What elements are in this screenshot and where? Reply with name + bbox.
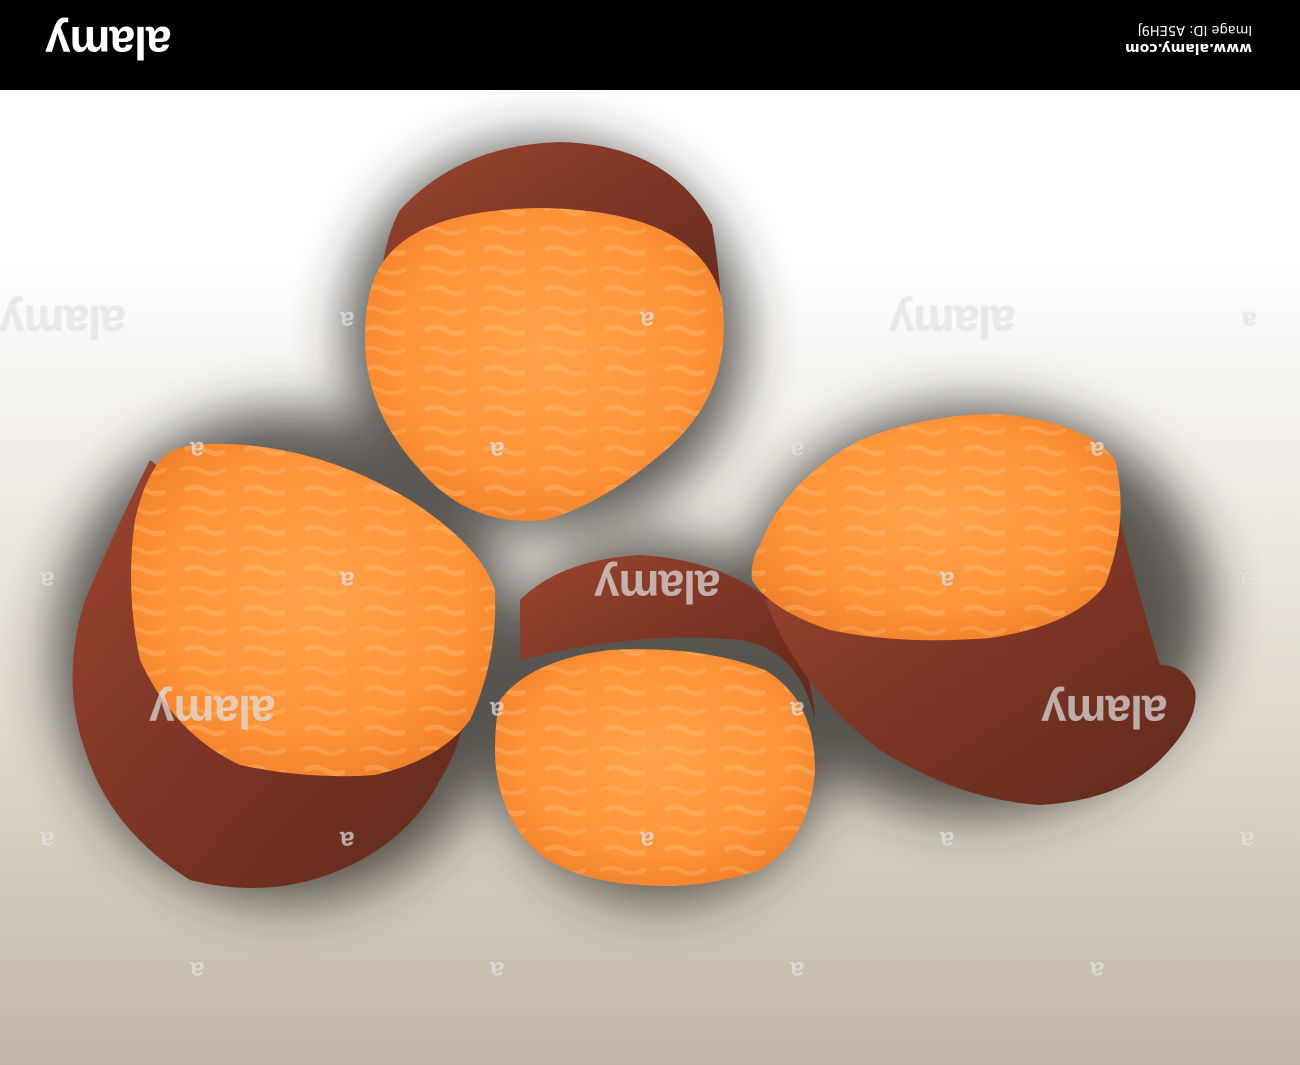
watermark-mark: a bbox=[340, 566, 355, 596]
watermark-logo: alamy bbox=[150, 686, 276, 738]
watermark-mark: a bbox=[940, 566, 955, 596]
site-info: www.alamy.com Image ID: A5EH9J bbox=[1125, 20, 1252, 58]
watermark-mark: a bbox=[1242, 306, 1257, 336]
watermark-mark: a bbox=[490, 956, 505, 986]
watermark-mark: a bbox=[790, 696, 805, 726]
watermark-logo: alamy bbox=[1042, 686, 1168, 738]
watermark-mark: a bbox=[1090, 956, 1105, 986]
watermark-mark: a bbox=[190, 956, 205, 986]
watermark-mark: a bbox=[640, 826, 655, 856]
site-url[interactable]: www.alamy.com bbox=[1125, 38, 1252, 58]
watermark-mark: a bbox=[790, 956, 805, 986]
watermark-mark: a bbox=[940, 826, 955, 856]
alamy-logo: alamy bbox=[46, 17, 172, 69]
watermark-mark: a bbox=[340, 306, 355, 336]
watermark-mark: a bbox=[1090, 436, 1105, 466]
watermark-mark: a bbox=[40, 826, 55, 856]
watermark-mark: a bbox=[790, 436, 805, 466]
watermark-mark: a bbox=[40, 566, 55, 596]
top-banner: alamy www.alamy.com Image ID: A5EH9J bbox=[0, 0, 1300, 90]
site-info-flipped: www.alamy.com Image ID: A5EH9J bbox=[1125, 20, 1252, 58]
watermark-logo: alamy bbox=[890, 296, 1016, 348]
watermark-mark: a bbox=[490, 436, 505, 466]
watermark-mark: a bbox=[190, 436, 205, 466]
watermark-mark: a bbox=[640, 306, 655, 336]
watermark-mark: a bbox=[490, 696, 505, 726]
watermark-logo: alamy bbox=[595, 561, 721, 613]
image-id: Image ID: A5EH9J bbox=[1137, 22, 1252, 37]
watermark-mark: a bbox=[1240, 826, 1255, 856]
watermark-mark: a bbox=[1240, 566, 1255, 596]
watermark-mark: a bbox=[340, 826, 355, 856]
watermark-logo: alamy bbox=[0, 296, 126, 348]
